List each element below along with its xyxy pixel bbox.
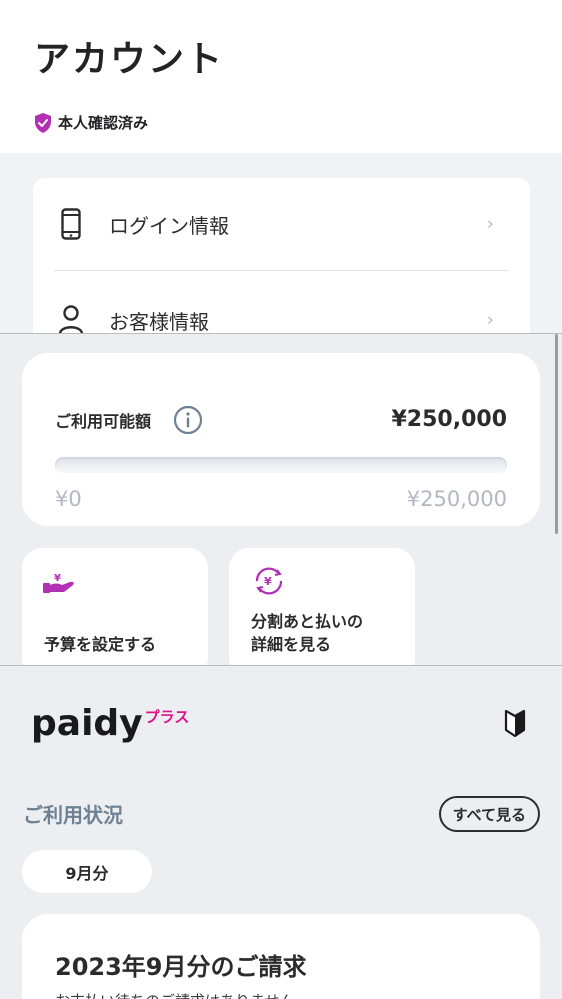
credit-range-max: ¥250,000	[406, 487, 507, 511]
brand-plus: プラス	[144, 708, 190, 726]
credit-label: ご利用可能額	[55, 412, 152, 431]
month-filter-pill[interactable]: 9月分	[22, 850, 152, 893]
beginner-mark-icon[interactable]	[504, 708, 526, 738]
installment-details-button[interactable]: ¥ 分割あと払いの 詳細を見る	[229, 548, 415, 678]
scrollbar[interactable]	[555, 334, 558, 534]
set-budget-label: 予算を設定する	[44, 635, 157, 654]
paidy-plus-logo: paidy プラス	[31, 704, 189, 744]
bill-title: 2023年9月分のご請求	[55, 953, 307, 981]
shield-check-icon	[35, 112, 51, 133]
account-screen: アカウント 本人確認済み ログイン情報 › お客様情報 ›	[0, 0, 562, 333]
svg-text:¥: ¥	[54, 573, 61, 584]
credit-usage-bar	[55, 457, 507, 473]
person-icon	[57, 303, 85, 333]
yen-cycle-icon: ¥	[255, 567, 283, 595]
chevron-right-icon: ›	[486, 309, 494, 331]
page-title: アカウント	[34, 39, 225, 80]
verified-badge: 本人確認済み	[34, 112, 528, 133]
brand-name: paidy	[31, 703, 143, 744]
paidy-plus-section: paidy プラス ご利用状況 すべて見る 9月分 2023年9月分のご請求 お…	[0, 665, 562, 999]
installment-details-label: 分割あと払いの 詳細を見る	[251, 612, 364, 654]
usage-section-title: ご利用状況	[23, 803, 123, 827]
divider	[54, 270, 509, 271]
smartphone-icon	[57, 207, 85, 241]
available-credit-card: ご利用可能額 ¥250,000 ¥0 ¥250,000	[22, 353, 540, 526]
chevron-right-icon: ›	[486, 213, 494, 235]
credit-amount: ¥250,000	[391, 407, 507, 432]
verified-label: 本人確認済み	[58, 114, 149, 132]
customer-info-row[interactable]: お客様情報 ›	[33, 274, 530, 333]
customer-info-label: お客様情報	[109, 309, 209, 334]
bill-card[interactable]: 2023年9月分のご請求 お支払い待ちのご請求はありません	[22, 914, 540, 999]
account-header: アカウント 本人確認済み	[0, 0, 562, 153]
svg-text:¥: ¥	[264, 575, 272, 588]
bill-status-text: お支払い待ちのご請求はありません	[55, 990, 295, 999]
hand-coin-icon: ¥	[43, 573, 74, 593]
login-info-row[interactable]: ログイン情報 ›	[33, 178, 530, 270]
set-budget-button[interactable]: ¥ 予算を設定する	[22, 548, 208, 678]
see-all-button[interactable]: すべて見る	[438, 796, 540, 832]
account-menu-card: ログイン情報 › お客様情報 ›	[33, 178, 530, 333]
credit-range-min: ¥0	[55, 487, 82, 511]
login-info-label: ログイン情報	[109, 213, 229, 238]
info-icon[interactable]	[173, 405, 203, 435]
